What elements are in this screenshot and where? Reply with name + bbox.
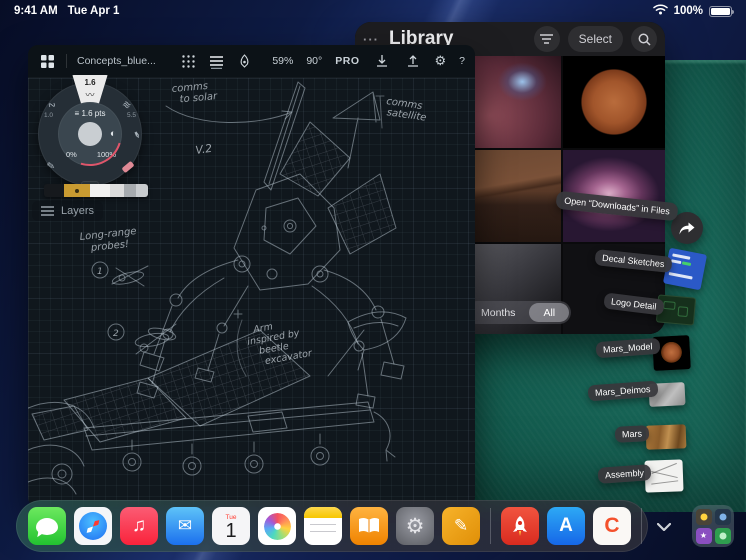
probe-badge-1: 1	[97, 267, 103, 277]
app-library-mini-icon	[714, 508, 731, 525]
dock-app-photos[interactable]	[258, 507, 296, 545]
mail-envelope-icon: ✉	[177, 516, 193, 535]
dock-app-rocket[interactable]	[501, 507, 539, 545]
ipad-screen: 9:41 AM Tue Apr 1 100% ··· Library Selec…	[0, 0, 746, 560]
export-button[interactable]	[404, 52, 422, 70]
forward-arrow-icon	[679, 222, 695, 234]
layers-label: Layers	[61, 205, 95, 217]
books-icon	[359, 517, 379, 533]
swatch-black[interactable]	[44, 184, 64, 197]
tool-wheel[interactable]: 1.6 〰 ∿ 1.0 ≋ 5.5 ✒ ✏ ≡ 1.6 pts ◐ 0% 100…	[38, 75, 143, 192]
chevron-down-icon	[657, 523, 671, 531]
concepts-pen-icon: ✎	[453, 516, 469, 535]
dock-app-messages[interactable]	[28, 507, 66, 545]
import-button[interactable]	[373, 52, 391, 70]
dock-divider	[490, 508, 491, 544]
app-library-mini-star-icon: ★	[695, 527, 712, 544]
concepts-window: Concepts_blue... 59% 90° PRO ⚙ ? comms t…	[28, 45, 475, 507]
paint-c-icon: C	[604, 514, 620, 537]
dock: ♫ ✉ Tue 1 ⚙ ✎ A C	[16, 500, 648, 552]
pro-badge[interactable]: PRO	[335, 55, 359, 67]
segment-all[interactable]: All	[529, 303, 570, 322]
help-button[interactable]: ?	[459, 55, 465, 67]
probe-badge-2: 2	[113, 329, 119, 339]
wifi-icon	[652, 4, 668, 18]
layers-tool-button[interactable]	[208, 52, 226, 70]
swatch-gray[interactable]	[124, 184, 136, 197]
dock-app-notes[interactable]	[304, 507, 342, 545]
dock-app-music[interactable]: ♫	[120, 507, 158, 545]
search-button[interactable]	[631, 26, 657, 52]
drag-label: Mars	[614, 425, 650, 443]
settings-gear-icon[interactable]: ⚙	[435, 53, 447, 69]
music-note-icon: ♫	[131, 515, 147, 536]
brush-size-label: 1.0	[44, 112, 54, 119]
precision-grid-button[interactable]	[180, 52, 198, 70]
layers-panel-toggle[interactable]: Layers	[32, 201, 104, 221]
date: Tue Apr 1	[67, 5, 120, 17]
dock-app-safari[interactable]	[74, 507, 112, 545]
app-library-button[interactable]: ★	[692, 505, 734, 547]
app-library-mini-icon	[695, 508, 712, 525]
dock-app-books[interactable]	[350, 507, 388, 545]
segment-months[interactable]: Months	[467, 303, 529, 322]
search-icon	[638, 33, 651, 46]
dock-collapse-button[interactable]	[650, 514, 678, 540]
photos-flower-icon	[263, 512, 291, 540]
rotation-value[interactable]: 90°	[306, 55, 322, 67]
hamburger-icon	[41, 206, 54, 216]
zoom-level[interactable]: 59%	[272, 55, 293, 67]
swatch-silver[interactable]	[136, 184, 148, 197]
filter-lines-icon	[540, 34, 554, 44]
dock-app-mail[interactable]: ✉	[166, 507, 204, 545]
select-button[interactable]: Select	[567, 26, 623, 52]
filter-button[interactable]	[533, 26, 560, 52]
app-library-mini-icon	[714, 527, 731, 544]
clock: 9:41 AM	[14, 5, 58, 17]
active-tool-size: 1.6	[84, 78, 96, 87]
library-segmented-control: Months All	[465, 301, 572, 324]
notes-icon	[304, 507, 342, 518]
dock-app-calendar[interactable]: Tue 1	[212, 507, 250, 545]
concepts-toolbar: Concepts_blue... 59% 90° PRO ⚙ ?	[28, 45, 475, 78]
color-swatch-bar	[44, 184, 148, 197]
drag-item-mars[interactable]	[645, 424, 687, 450]
dock-app-concepts[interactable]: ✎	[442, 507, 480, 545]
document-title[interactable]: Concepts_blue...	[77, 55, 156, 67]
swatch-white[interactable]	[90, 184, 110, 197]
toolbar-divider	[66, 54, 67, 68]
active-tool-stroke-icon: 〰	[85, 90, 95, 100]
safari-compass-icon	[79, 512, 107, 540]
selected-swatch-dot	[75, 188, 79, 193]
pen-tool-button[interactable]	[236, 52, 254, 70]
dock-divider	[641, 508, 642, 544]
settings-gear-icon: ⚙	[405, 514, 425, 538]
calendar-day: 1	[225, 520, 237, 542]
home-grid-button[interactable]	[38, 52, 56, 70]
status-bar: 9:41 AM Tue Apr 1 100%	[0, 0, 746, 22]
appstore-a-icon: A	[559, 515, 573, 536]
dock-app-settings[interactable]: ⚙	[396, 507, 434, 545]
swatch-light-gray[interactable]	[110, 184, 124, 197]
dock-app-appstore[interactable]: A	[547, 507, 585, 545]
rocket-icon	[513, 516, 527, 536]
photo-tile-mars-planet[interactable]	[563, 56, 665, 148]
note-version: V.2	[195, 142, 213, 157]
battery-percent: 100%	[673, 5, 703, 17]
note-comms-2: to solar	[179, 91, 218, 105]
swatch-gold-selected[interactable]	[64, 184, 90, 197]
brush-size-label-2: 5.5	[126, 112, 136, 119]
dock-app-paint[interactable]: C	[593, 507, 631, 545]
battery-icon	[709, 5, 734, 17]
messages-bubble-icon	[36, 517, 58, 535]
